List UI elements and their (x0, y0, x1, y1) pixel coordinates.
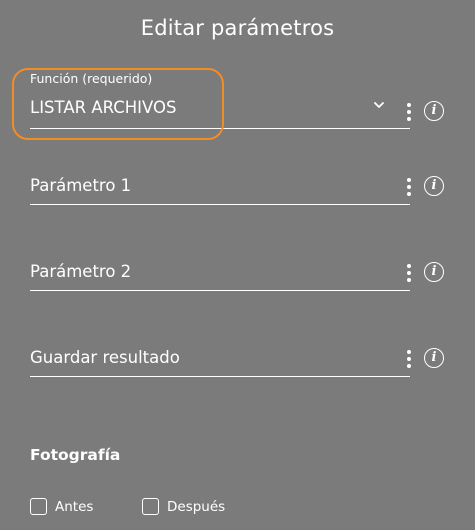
parametro-1-menu-icon[interactable] (406, 178, 412, 196)
checkbox-despues-row[interactable]: Después (142, 498, 225, 515)
checkbox-antes[interactable] (30, 498, 47, 515)
checkbox-despues-label[interactable]: Después (167, 499, 225, 515)
guardar-resultado-placeholder: Guardar resultado (30, 348, 180, 367)
checkbox-despues[interactable] (142, 498, 159, 515)
parametro-1-placeholder: Parámetro 1 (30, 176, 132, 195)
fotografia-title: Fotografía (30, 446, 121, 464)
parametro-2-info-icon[interactable]: i (424, 262, 444, 282)
funcion-value: LISTAR ARCHIVOS (30, 98, 177, 117)
parametro-2-input[interactable]: Parámetro 2 (30, 256, 410, 291)
chevron-down-icon[interactable] (372, 98, 386, 112)
parametro-2-menu-icon[interactable] (406, 264, 412, 282)
checkbox-antes-row[interactable]: Antes (30, 498, 93, 515)
funcion-label: Función (requerido) (30, 71, 153, 86)
guardar-resultado-info-icon[interactable]: i (424, 348, 444, 368)
funcion-info-icon[interactable]: i (424, 101, 444, 121)
parametro-1-input[interactable]: Parámetro 1 (30, 170, 410, 205)
funcion-select[interactable]: Función (requerido) LISTAR ARCHIVOS (30, 70, 410, 129)
guardar-resultado-menu-icon[interactable] (406, 350, 412, 368)
funcion-menu-icon[interactable] (406, 103, 412, 121)
guardar-resultado-input[interactable]: Guardar resultado (30, 342, 410, 377)
parametro-1-info-icon[interactable]: i (424, 176, 444, 196)
dialog-title: Editar parámetros (140, 16, 335, 40)
parametro-2-placeholder: Parámetro 2 (30, 262, 132, 281)
checkbox-antes-label[interactable]: Antes (55, 499, 93, 515)
